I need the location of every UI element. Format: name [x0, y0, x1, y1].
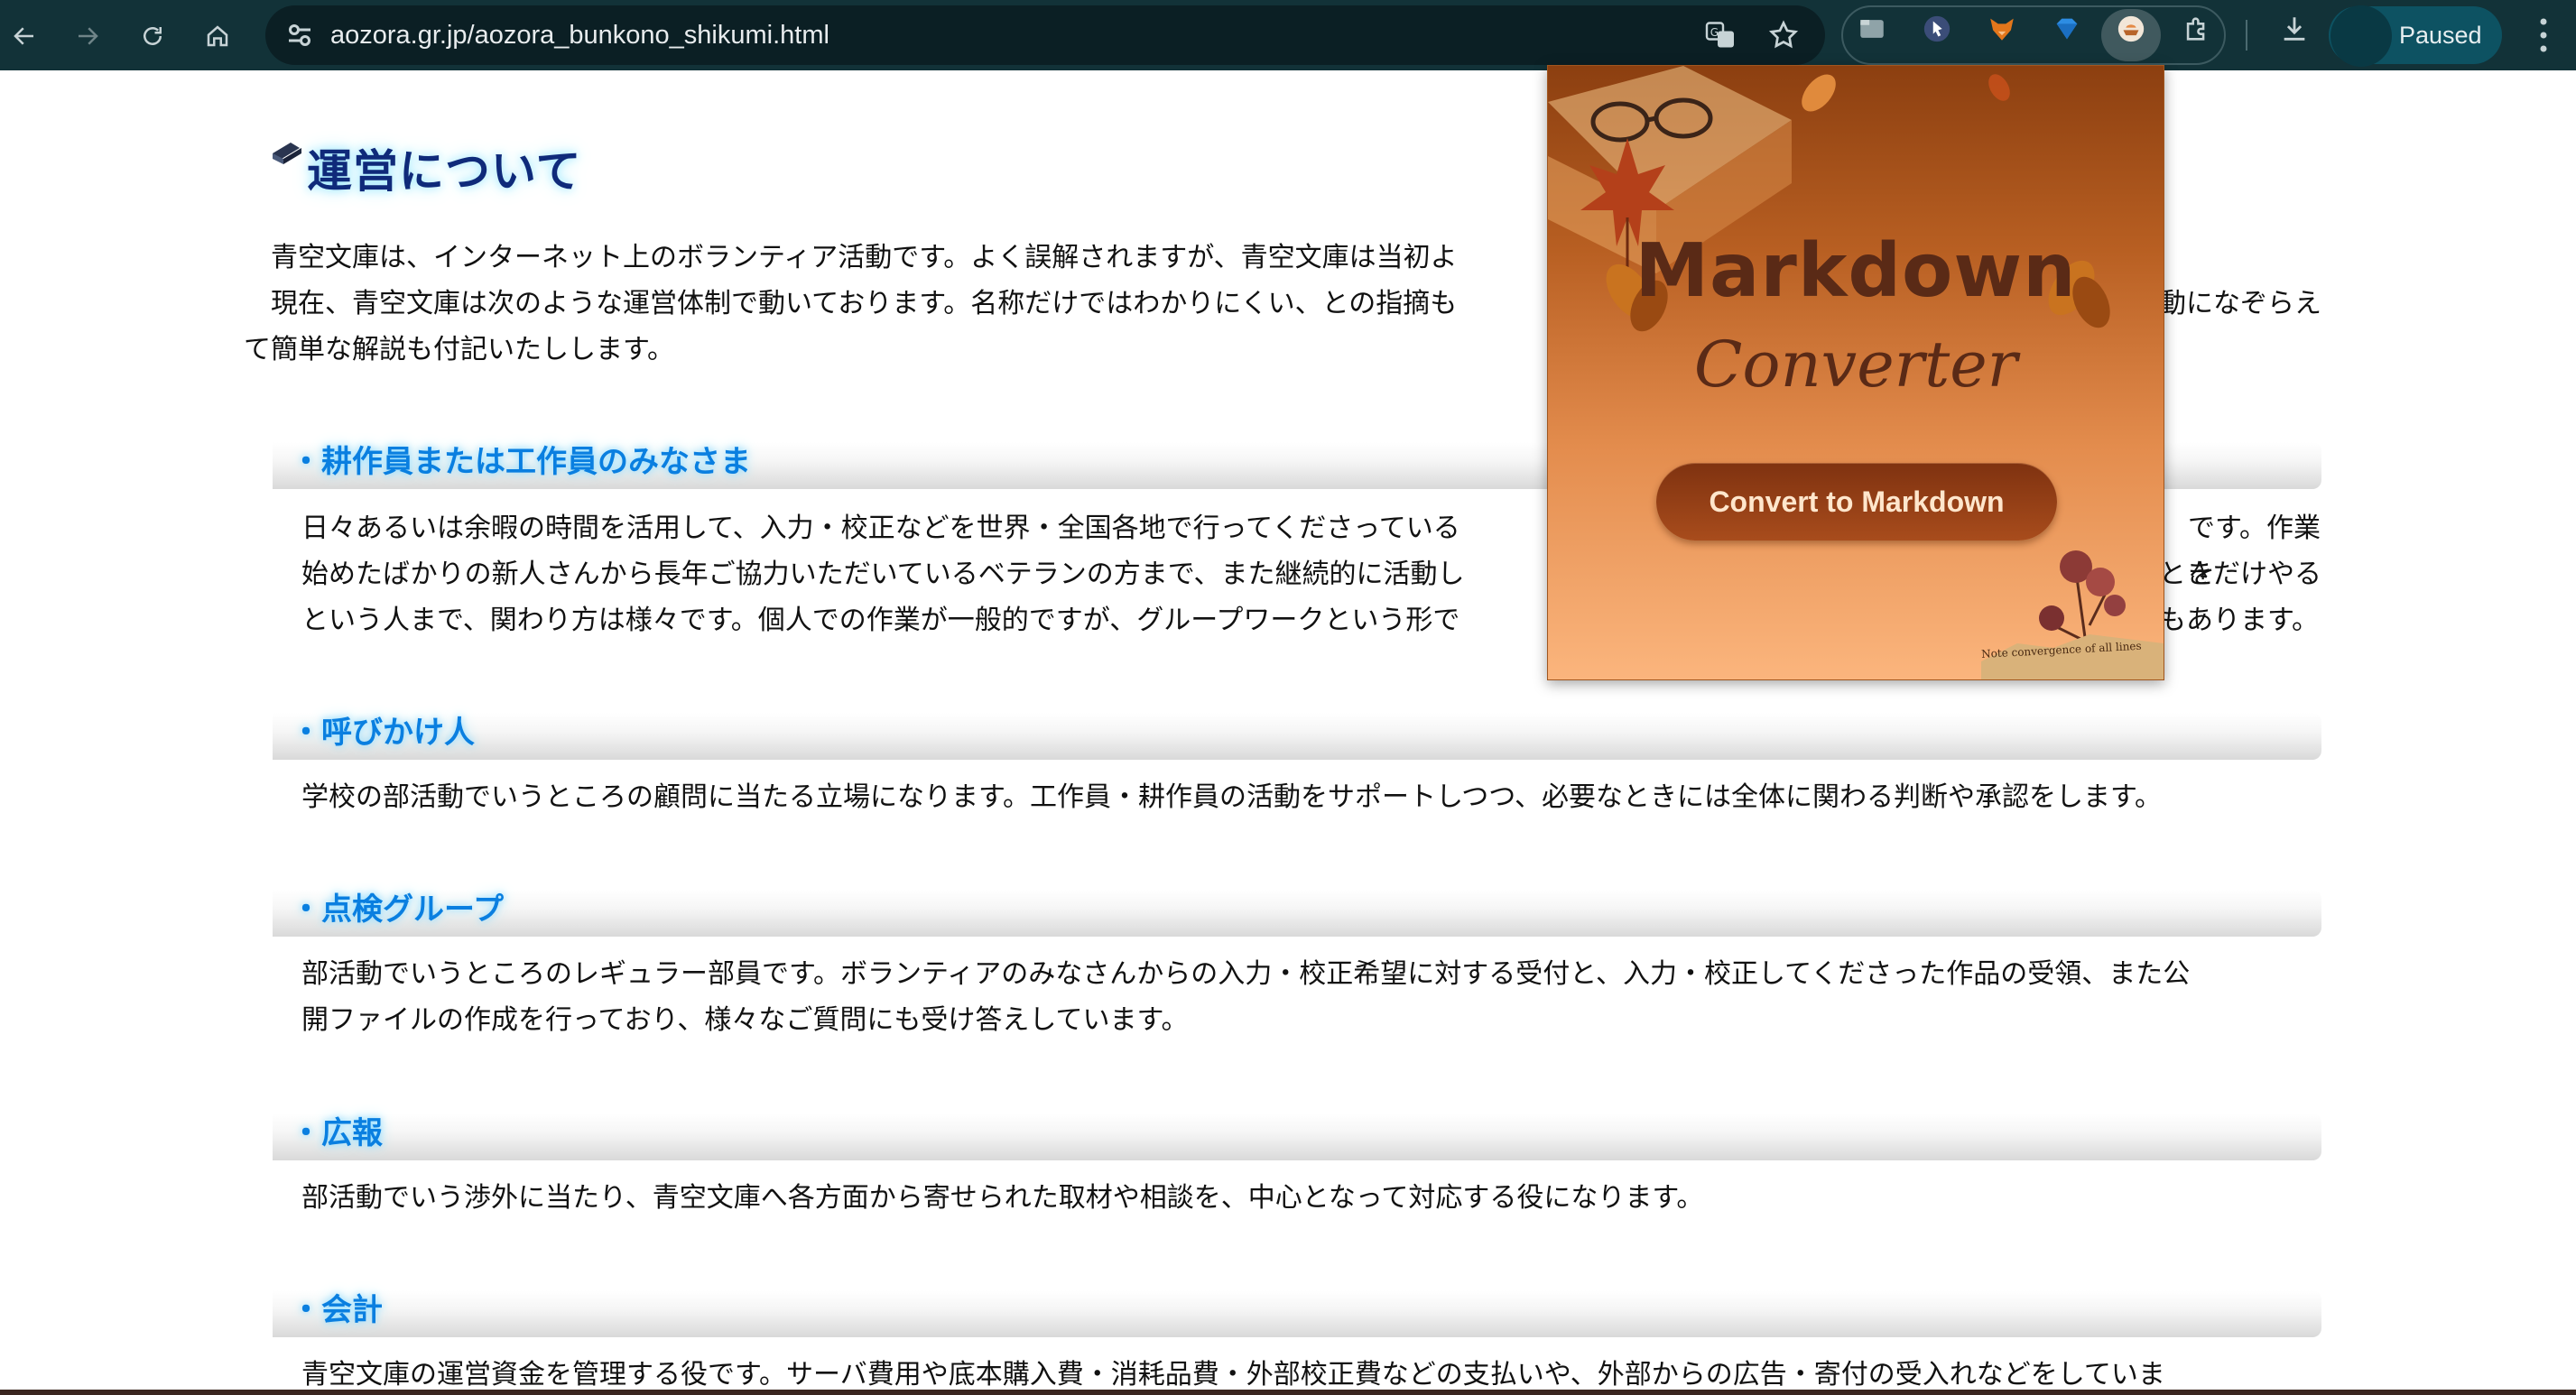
page-title: 運営について [307, 144, 582, 198]
section-heading-bar: ・点検グループ [273, 890, 2321, 937]
section-heading-bar: ・呼びかけ人 [273, 713, 2321, 760]
markdown-converter-extension-icon[interactable] [2115, 13, 2147, 45]
cursor-extension-icon[interactable] [1921, 13, 1953, 45]
section-text-line-tail: もあります。 [2159, 605, 2319, 636]
intro-line-2-tail: 動になぞらえ [2159, 288, 2321, 319]
book-icon [273, 143, 301, 164]
arrow-right-icon [79, 27, 98, 45]
reload-button[interactable] [130, 14, 175, 59]
forward-button[interactable] [65, 14, 110, 59]
section-text-line: 青空文庫の運営資金を管理する役です。サーバ費用や底本購入費・消耗品費・外部校正費… [301, 1359, 2165, 1390]
extensions-group [1841, 5, 2226, 65]
popup-title: Markdown [1635, 228, 2077, 314]
markdown-converter-popup: Markdown Converter Convert to Markdown N… [1547, 65, 2164, 680]
translate-icon[interactable]: G [1704, 19, 1737, 51]
section-heading-public-relations: ・広報 [291, 1115, 383, 1151]
window-bottom-edge [0, 1390, 2576, 1395]
convert-to-markdown-button[interactable]: Convert to Markdown [1656, 463, 2057, 540]
web-page: 運営について 青空文庫は、インターネット上のボランティア活動です。よく誤解されま… [0, 70, 2576, 1395]
section-heading-accounting: ・会計 [291, 1292, 383, 1328]
address-bar[interactable]: aozora.gr.jp/aozora_bunkono_shikumi.html… [265, 5, 1825, 65]
section-heading-bar: ・広報 [273, 1113, 2321, 1160]
downloads-icon[interactable] [2278, 13, 2311, 45]
section-heading-bar: ・会計 [273, 1290, 2321, 1337]
section-heading-inspection-group: ・点検グループ [291, 892, 504, 928]
section-heading-organizers: ・呼びかけ人 [291, 715, 475, 751]
home-button[interactable] [195, 14, 240, 59]
site-settings-icon[interactable] [283, 19, 316, 51]
extensions-puzzle-icon[interactable] [2181, 13, 2213, 45]
section-text-line-tail: ときだけやる [2159, 559, 2321, 590]
back-button[interactable] [2, 14, 47, 59]
fox-wallet-extension-icon[interactable] [1986, 13, 2018, 45]
section-heading-workers: ・耕作員または工作員のみなさま [291, 444, 751, 480]
browser-toolbar: aozora.gr.jp/aozora_bunkono_shikumi.html… [0, 0, 2576, 70]
tab-groups-extension-icon[interactable] [1856, 13, 1888, 45]
page-title-block: 運営について [271, 135, 582, 200]
section-text-line: 学校の部活動でいうところの顧問に当たる立場になります。工作員・耕作員の活動をサポ… [301, 781, 2162, 813]
falling-leaf [1988, 74, 2010, 101]
reload-icon [144, 27, 162, 45]
diamond-extension-icon[interactable] [2051, 13, 2083, 45]
home-icon [207, 25, 228, 47]
falling-leaf [1802, 74, 1836, 112]
avatar[interactable] [2330, 5, 2392, 67]
profile-status-label[interactable]: Paused [2399, 6, 2482, 64]
arrow-left-icon [14, 27, 33, 45]
toolbar-divider [2246, 20, 2247, 51]
section-text-line: 部活動でいう渉外に当たり、青空文庫へ各方面から寄せられた取材や相談を、中心となっ… [301, 1182, 1704, 1214]
svg-text:G: G [1710, 26, 1719, 39]
popup-subtitle: Converter [1693, 328, 2018, 402]
bookmark-star-icon[interactable] [1767, 19, 1800, 51]
section-text-line: 部活動でいうところのレギュラー部員です。ボランティアのみなさんからの入力・校正希… [301, 958, 2191, 990]
url-text[interactable]: aozora.gr.jp/aozora_bunkono_shikumi.html [330, 5, 829, 65]
more-menu-icon[interactable] [2538, 16, 2549, 54]
section-text-line: 開ファイルの作成を行っており、様々なご質問にも受け答えしています。 [301, 1004, 1189, 1036]
